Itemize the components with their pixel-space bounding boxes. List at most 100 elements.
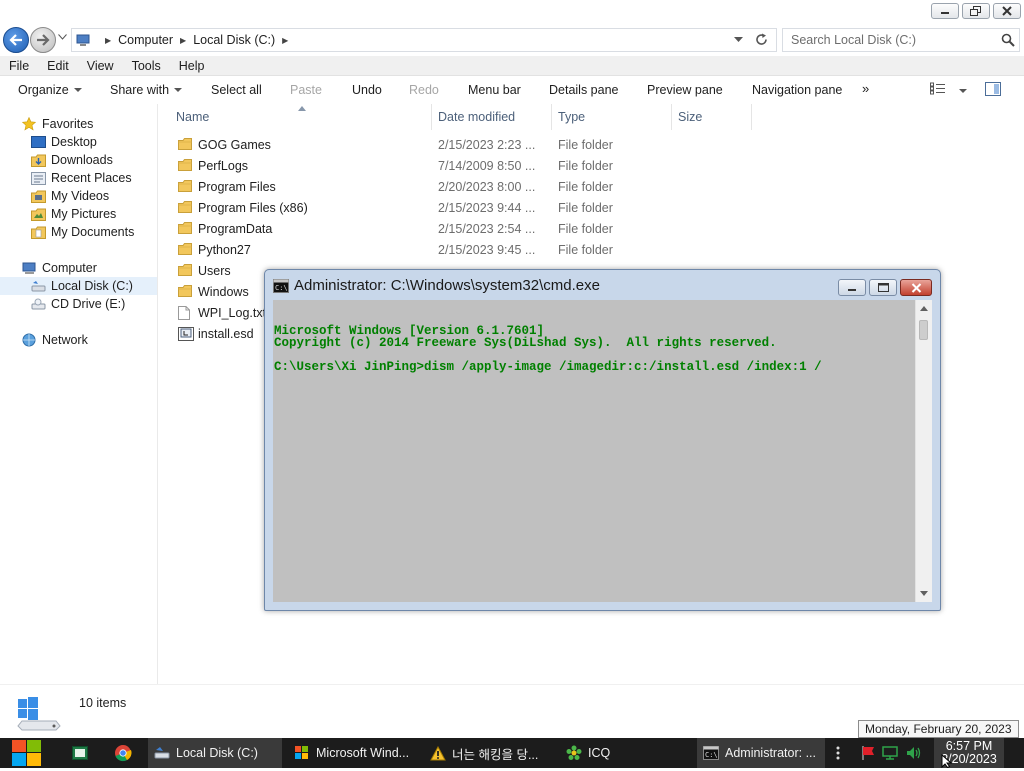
close-icon [911, 282, 921, 293]
installer-icon [294, 745, 310, 761]
file-date-modified: 2/15/2023 9:44 ... [438, 201, 536, 215]
taskbar-window-button[interactable]: Microsoft Wind... [288, 738, 418, 768]
breadcrumb-separator-icon[interactable]: ▶ [180, 36, 186, 45]
preview-pane-toggle[interactable] [985, 82, 1001, 99]
esd-file-icon [178, 327, 194, 344]
menu-tools[interactable]: Tools [123, 59, 170, 73]
menu-edit[interactable]: Edit [38, 59, 78, 73]
restore-icon [970, 6, 981, 16]
file-type: File folder [558, 159, 613, 173]
maximize-icon [877, 283, 889, 292]
cmd-close-button[interactable] [900, 279, 932, 296]
file-row[interactable]: Python27 2/15/2023 9:45 ... File folder [170, 239, 770, 260]
file-row[interactable]: ProgramData 2/15/2023 2:54 ... File folder [170, 218, 770, 239]
select-all-button[interactable]: Select all [211, 83, 262, 97]
start-button[interactable] [10, 738, 44, 768]
file-name: Windows [198, 285, 249, 299]
star-icon [21, 117, 37, 131]
change-view-button[interactable] [930, 82, 968, 98]
preview-pane-button[interactable]: Preview pane [647, 83, 723, 97]
taskbar-chrome[interactable] [108, 738, 142, 768]
nav-computer[interactable]: Computer [21, 261, 97, 275]
file-row[interactable]: PerfLogs 7/14/2009 8:50 ... File folder [170, 155, 770, 176]
scroll-up-arrow-icon[interactable] [920, 306, 928, 311]
file-type: File folder [558, 180, 613, 194]
taskbar-window-button[interactable]: C:\ Administrator: ... [697, 738, 825, 768]
network-status-icon[interactable] [882, 745, 900, 761]
restore-button[interactable] [962, 3, 990, 19]
taskbar-pinned-app[interactable] [66, 738, 96, 768]
recent-places-icon [30, 171, 46, 185]
nav-favorites[interactable]: Favorites [21, 117, 93, 131]
scroll-down-arrow-icon[interactable] [920, 591, 928, 596]
file-row[interactable]: Program Files (x86) 2/15/2023 9:44 ... Fil… [170, 197, 770, 218]
cmd-maximize-button[interactable] [869, 279, 897, 296]
nav-local-disk-c[interactable]: Local Disk (C:) [0, 277, 157, 295]
share-with-button[interactable]: Share with [110, 83, 183, 97]
console-command-line: C:\Users\Xi JinPing>dism /apply-image /i… [274, 360, 822, 374]
taskbar-window-label: Microsoft Wind... [316, 746, 410, 760]
nav-desktop[interactable]: Desktop [30, 135, 97, 149]
breadcrumb-separator-icon[interactable]: ▶ [105, 36, 111, 45]
item-count: 10 items [79, 696, 127, 710]
search-input[interactable]: Search Local Disk (C:) [782, 28, 1020, 52]
action-center-flag-icon[interactable] [860, 745, 876, 761]
forward-button[interactable] [30, 27, 56, 53]
redo-button[interactable]: Redo [409, 83, 439, 97]
search-icon[interactable] [1001, 33, 1015, 47]
cmd-minimize-button[interactable] [838, 279, 866, 296]
undo-button[interactable]: Undo [352, 83, 382, 97]
navigation-pane-button[interactable]: Navigation pane [752, 83, 842, 97]
menu-view[interactable]: View [78, 59, 123, 73]
file-row[interactable]: Program Files 2/20/2023 8:00 ... File fold… [170, 176, 770, 197]
menu-help[interactable]: Help [170, 59, 214, 73]
taskbar-window-button[interactable]: Local Disk (C:) [148, 738, 282, 768]
cmd-window-title: C:\ Administrator: C:\Windows\system32\c… [273, 277, 600, 294]
videos-folder-icon [30, 189, 46, 203]
file-date-modified: 2/15/2023 2:54 ... [438, 222, 536, 236]
back-button[interactable] [3, 27, 29, 53]
close-button[interactable] [993, 3, 1021, 19]
nav-downloads[interactable]: Downloads [30, 153, 113, 167]
organize-button[interactable]: Organize [18, 83, 82, 97]
taskbar-window-label: Local Disk (C:) [176, 746, 258, 760]
nav-recent-places[interactable]: Recent Places [30, 171, 132, 185]
cmd-icon: C:\ [703, 746, 719, 760]
folder-icon [178, 159, 192, 174]
menu-bar-toggle-button[interactable]: Menu bar [468, 83, 521, 97]
file-name: install.esd [198, 327, 254, 341]
nav-my-videos[interactable]: My Videos [30, 189, 109, 203]
downloads-folder-icon [30, 153, 46, 167]
breadcrumb-separator-icon[interactable]: ▶ [282, 36, 288, 45]
menu-file[interactable]: File [0, 59, 38, 73]
nav-cd-drive-e[interactable]: CD Drive (E:) [30, 297, 125, 311]
volume-icon[interactable] [906, 746, 922, 760]
address-bar[interactable]: ▶ Computer ▶ Local Disk (C:) ▶ [71, 28, 777, 52]
taskbar-window-button[interactable]: 너는 해킹을 당... [424, 738, 554, 768]
paste-button[interactable]: Paste [290, 83, 322, 97]
column-header-date-modified[interactable]: Date modified [432, 104, 552, 130]
scroll-thumb[interactable] [919, 320, 928, 340]
minimize-button[interactable] [931, 3, 959, 19]
local-disk-icon [30, 279, 46, 293]
taskbar-window-button[interactable]: ICQ [560, 738, 694, 768]
file-name: ProgramData [198, 222, 273, 236]
console-scrollbar[interactable] [915, 300, 932, 602]
breadcrumb-local-disk[interactable]: Local Disk (C:) [193, 33, 275, 47]
cmd-window[interactable]: C:\ Administrator: C:\Windows\system32\c… [264, 269, 941, 611]
dropdown-caret-icon [959, 89, 968, 93]
nav-network[interactable]: Network [21, 333, 88, 347]
more-commands-button[interactable]: » [862, 81, 869, 96]
refresh-icon[interactable] [755, 33, 768, 46]
column-header-size[interactable]: Size [672, 104, 752, 130]
address-dropdown-icon[interactable] [734, 36, 743, 43]
console-output[interactable]: Microsoft Windows [Version 6.1.7601] Copy… [273, 300, 915, 602]
column-header-type[interactable]: Type [552, 104, 672, 130]
breadcrumb-computer[interactable]: Computer [118, 33, 173, 47]
overflow-dots-icon[interactable] [836, 746, 840, 760]
file-row[interactable]: GOG Games 2/15/2023 2:23 ... File folder [170, 134, 770, 155]
nav-my-documents[interactable]: My Documents [30, 225, 134, 239]
details-pane-button[interactable]: Details pane [549, 83, 619, 97]
recent-pages-chevron-icon[interactable] [58, 34, 67, 40]
nav-my-pictures[interactable]: My Pictures [30, 207, 116, 221]
